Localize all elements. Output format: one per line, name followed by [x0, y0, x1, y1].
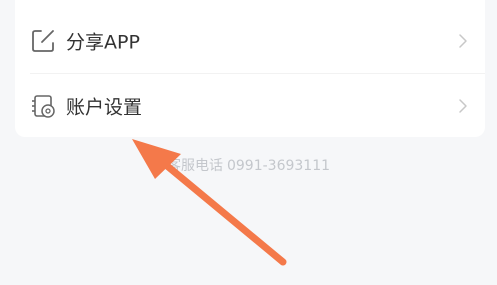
- share-square-icon: [30, 28, 56, 54]
- menu-item-label: 分享APP: [66, 31, 140, 54]
- account-settings-icon: [30, 93, 56, 119]
- service-label: 客服电话: [166, 158, 223, 174]
- chevron-right-icon: [458, 33, 468, 49]
- customer-service-phone: 客服电话 0991-3693111: [0, 155, 497, 175]
- settings-card: 分享APP 账户设置: [15, 0, 485, 137]
- chevron-right-icon: [458, 98, 468, 114]
- service-phone-number: 0991-3693111: [226, 158, 331, 174]
- menu-item-share-app[interactable]: 分享APP: [15, 9, 485, 73]
- menu-item-account-settings[interactable]: 账户设置: [15, 74, 485, 138]
- menu-item-label: 账户设置: [66, 96, 143, 119]
